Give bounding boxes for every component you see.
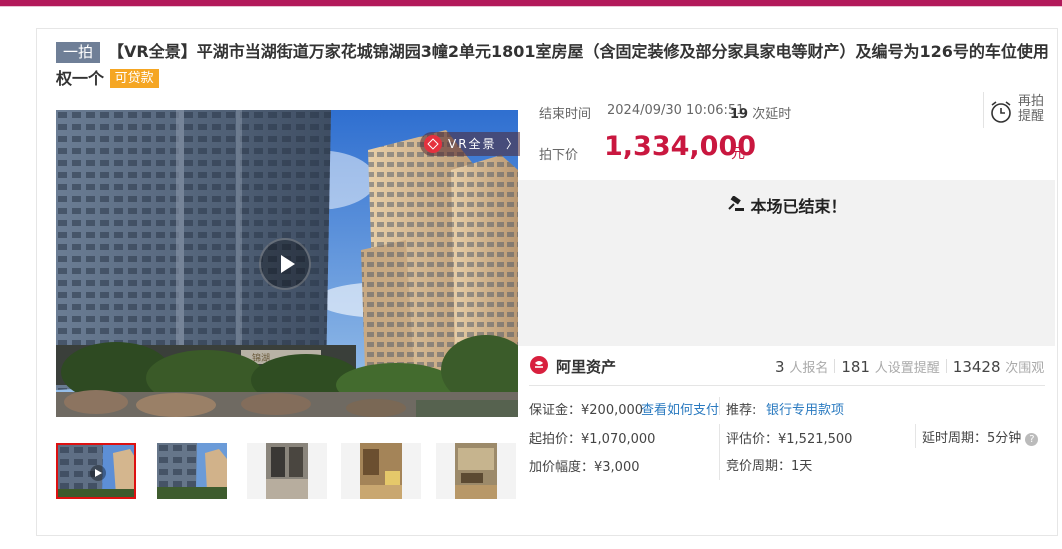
start-price: 起拍价：¥1,070,000 bbox=[529, 432, 656, 447]
gavel-icon bbox=[726, 195, 745, 216]
alarm-clock-icon bbox=[991, 101, 1011, 123]
delay-period-text: 延时周期：5分钟 bbox=[922, 431, 1022, 446]
delay-count-value: 19 bbox=[730, 107, 749, 122]
loan-available-badge: 可贷款 bbox=[109, 69, 159, 88]
vr-icon bbox=[424, 135, 442, 153]
thumbnail-3[interactable] bbox=[247, 443, 327, 499]
signups-count: 3 bbox=[775, 358, 785, 376]
divider bbox=[529, 385, 1045, 386]
play-video-button[interactable] bbox=[259, 238, 311, 290]
auction-ended-panel: 本场已结束！ bbox=[518, 180, 1055, 346]
how-to-pay-link[interactable]: 查看如何支付 bbox=[641, 399, 719, 418]
thumbnail-2[interactable] bbox=[157, 443, 237, 499]
thumbnail-1[interactable] bbox=[56, 443, 136, 499]
views-count: 13428 bbox=[952, 358, 1001, 376]
divider bbox=[719, 397, 720, 415]
reminders-count: 181 bbox=[841, 358, 870, 376]
end-time-label: 结束时间 bbox=[539, 107, 592, 122]
delay-period: 延时周期：5分钟 ? bbox=[922, 427, 1039, 446]
auction-stats: 3 人报名 181 人设置提醒 13428 次围观 bbox=[775, 357, 1044, 376]
divider bbox=[915, 424, 916, 448]
thumbnail-5[interactable] bbox=[436, 443, 516, 499]
signups-unit: 人报名 bbox=[789, 361, 829, 376]
final-price-unit: 元 bbox=[731, 146, 745, 162]
auction-round-tag: 一拍 bbox=[56, 42, 101, 63]
top-accent-line bbox=[0, 6, 1062, 7]
re-auction-remind-label: 再拍提醒 bbox=[1018, 94, 1045, 124]
auction-ended-message: 本场已结束！ bbox=[518, 193, 1055, 217]
delay-count-unit: 次延时 bbox=[752, 107, 792, 122]
thumbnail-4[interactable] bbox=[341, 443, 421, 499]
ali-assets-logo-icon bbox=[530, 356, 548, 374]
final-price-label: 拍下价 bbox=[539, 148, 579, 163]
bid-increment: 加价幅度：¥3,000 bbox=[529, 460, 640, 475]
platform-name: 阿里资产 bbox=[556, 358, 617, 376]
vr-panorama-button[interactable]: VR全景 〉 bbox=[420, 132, 520, 156]
recommend-label: 推荐: bbox=[726, 403, 757, 418]
deposit: 保证金：¥200,000 bbox=[529, 403, 644, 418]
reminders-unit: 人设置提醒 bbox=[874, 361, 940, 376]
chevron-right-icon: 〉 bbox=[506, 137, 519, 151]
end-time-value: 2024/09/30 10:06:51 bbox=[607, 103, 745, 118]
item-title: 一拍 【VR全景】平湖市当湖街道万家花城锦湖园3幢2单元1801室房屋（含固定装修… bbox=[56, 38, 1051, 92]
vr-label: VR全景 bbox=[448, 137, 497, 151]
bidding-period: 竞价周期：1天 bbox=[726, 459, 813, 474]
bank-account-link[interactable]: 银行专用款项 bbox=[766, 399, 844, 418]
item-title-text: 【VR全景】平湖市当湖街道万家花城锦湖园3幢2单元1801室房屋（含固定装修及部… bbox=[56, 42, 1049, 88]
auction-ended-text: 本场已结束！ bbox=[750, 197, 847, 216]
delay-count: 19 次延时 bbox=[730, 103, 791, 122]
divider bbox=[719, 424, 720, 480]
views-unit: 次围观 bbox=[1005, 361, 1045, 376]
help-icon[interactable]: ? bbox=[1025, 433, 1039, 446]
evaluation-price: 评估价：¥1,521,500 bbox=[726, 432, 853, 447]
